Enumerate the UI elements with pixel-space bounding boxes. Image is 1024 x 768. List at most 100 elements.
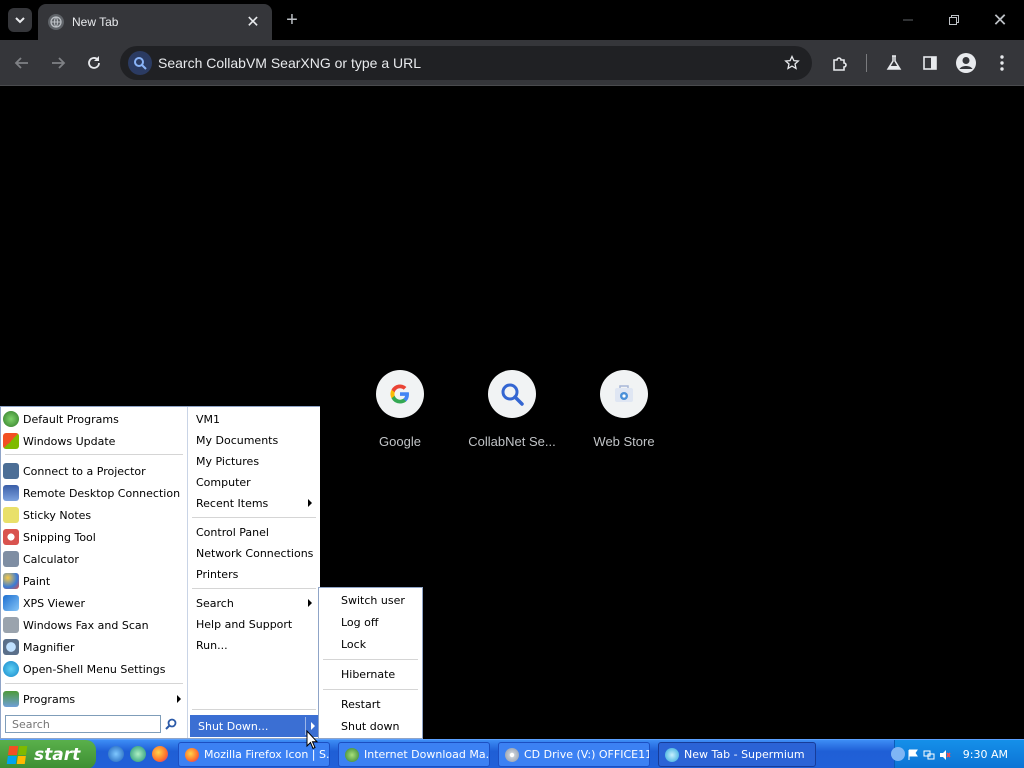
menu-item-help-support[interactable]: Help and Support: [196, 614, 316, 634]
shortcut-web-store[interactable]: Web Store: [568, 368, 680, 449]
sticky-notes-icon: [3, 507, 19, 523]
menu-item-vm1[interactable]: VM1: [196, 409, 316, 429]
volume-muted-icon[interactable]: [939, 748, 951, 760]
submenu-arrow-icon: [177, 695, 181, 703]
shortcut-google[interactable]: Google: [344, 368, 456, 449]
shortcut-label: Web Store: [593, 434, 655, 449]
menu-item-shut-down[interactable]: Shut down: [341, 716, 399, 736]
menu-separator: [192, 709, 316, 710]
system-tray: 9:30 AM: [891, 740, 1024, 768]
close-window-icon[interactable]: ✕: [990, 10, 1010, 30]
toolbar-separator: [866, 54, 867, 72]
menu-item-programs[interactable]: Programs: [3, 689, 181, 709]
submenu-arrow-icon: [311, 722, 315, 730]
taskbar-button-supermium[interactable]: New Tab - Supermium: [658, 742, 816, 767]
menu-item-snipping-tool[interactable]: Snipping Tool: [3, 527, 96, 547]
menu-item-search[interactable]: Search: [196, 593, 316, 613]
omnibox-input[interactable]: [158, 55, 782, 71]
forward-arrow-icon[interactable]: [46, 51, 70, 75]
taskbar-button-idm[interactable]: Internet Download Ma...: [338, 742, 490, 767]
minimize-icon[interactable]: [898, 10, 918, 30]
tab-new-tab[interactable]: New Tab ✕: [38, 4, 272, 40]
menu-item-restart[interactable]: Restart: [341, 694, 381, 714]
menu-item-connect-projector[interactable]: Connect to a Projector: [3, 461, 146, 481]
address-bar[interactable]: [120, 46, 812, 80]
menu-item-xps-viewer[interactable]: XPS Viewer: [3, 593, 85, 613]
menu-item-fax-scan[interactable]: Windows Fax and Scan: [3, 615, 149, 635]
xps-viewer-icon: [3, 595, 19, 611]
menu-separator: [192, 588, 316, 589]
internet-explorer-icon[interactable]: [108, 746, 124, 762]
tab-search-button[interactable]: [8, 8, 32, 32]
default-programs-icon: [3, 411, 19, 427]
cd-drive-icon: [505, 747, 519, 762]
reload-icon[interactable]: [82, 51, 106, 75]
back-arrow-icon[interactable]: [10, 51, 34, 75]
shortcut-label: CollabNet Se...: [468, 434, 556, 449]
shutdown-button[interactable]: Shut Down...: [190, 715, 318, 737]
supermium-icon: [665, 747, 679, 762]
tab-strip: New Tab ✕ + ✕: [0, 0, 1024, 40]
menu-item-log-off[interactable]: Log off: [341, 612, 378, 632]
firefox-icon[interactable]: [152, 746, 168, 762]
search-icon: [488, 370, 536, 418]
menu-item-printers[interactable]: Printers: [196, 564, 316, 584]
menu-separator: [5, 454, 183, 455]
menu-item-hibernate[interactable]: Hibernate: [341, 664, 395, 684]
start-menu: Default Programs Windows Update Connect …: [0, 406, 320, 739]
menu-item-switch-user[interactable]: Switch user: [341, 590, 405, 610]
menu-item-computer[interactable]: Computer: [196, 472, 316, 492]
menu-item-recent-items[interactable]: Recent Items: [196, 493, 316, 513]
tab-title: New Tab: [72, 15, 119, 29]
submenu-arrow-icon: [308, 599, 312, 607]
projector-icon: [3, 463, 19, 479]
profile-avatar-icon[interactable]: [954, 51, 978, 75]
quick-launch-app-icon[interactable]: [130, 746, 146, 762]
shutdown-submenu: Switch user Log off Lock Hibernate Resta…: [318, 587, 423, 739]
restore-icon[interactable]: [944, 10, 964, 30]
calculator-icon: [3, 551, 19, 567]
labs-flask-icon[interactable]: [882, 51, 906, 75]
magnifier-icon: [3, 639, 19, 655]
programs-icon: [3, 691, 19, 707]
show-hidden-icons-icon[interactable]: [891, 747, 905, 761]
network-icon[interactable]: [923, 748, 935, 760]
menu-item-remote-desktop[interactable]: Remote Desktop Connection: [3, 483, 180, 503]
menu-item-calculator[interactable]: Calculator: [3, 549, 79, 569]
menu-item-sticky-notes[interactable]: Sticky Notes: [3, 505, 91, 525]
clock[interactable]: 9:30 AM: [963, 748, 1008, 761]
menu-item-windows-update[interactable]: Windows Update: [3, 431, 115, 451]
search-icon[interactable]: [163, 715, 179, 733]
menu-item-open-shell-settings[interactable]: Open-Shell Menu Settings: [3, 659, 166, 679]
windows-flag-icon: [6, 745, 28, 764]
menu-item-network-connections[interactable]: Network Connections: [196, 543, 316, 563]
menu-item-my-pictures[interactable]: My Pictures: [196, 451, 316, 471]
web-store-icon: [600, 370, 648, 418]
side-panel-icon[interactable]: [918, 51, 942, 75]
extensions-puzzle-icon[interactable]: [828, 51, 852, 75]
action-center-flag-icon[interactable]: [907, 748, 919, 760]
menu-item-my-documents[interactable]: My Documents: [196, 430, 316, 450]
google-icon: [376, 370, 424, 418]
menu-separator: [5, 683, 183, 684]
menu-item-paint[interactable]: Paint: [3, 571, 50, 591]
menu-item-lock[interactable]: Lock: [341, 634, 366, 654]
close-tab-icon[interactable]: ✕: [244, 13, 262, 31]
start-search-input[interactable]: [5, 715, 161, 733]
menu-item-magnifier[interactable]: Magnifier: [3, 637, 74, 657]
menu-item-default-programs[interactable]: Default Programs: [3, 409, 119, 429]
shortcut-collabnet-search[interactable]: CollabNet Se...: [456, 368, 568, 449]
bookmark-star-icon[interactable]: [782, 53, 802, 73]
remote-desktop-icon: [3, 485, 19, 501]
start-menu-right-pane: VM1 My Documents My Pictures Computer Re…: [187, 407, 320, 738]
menu-item-control-panel[interactable]: Control Panel: [196, 522, 316, 542]
chevron-down-icon: [15, 17, 25, 24]
menu-item-run[interactable]: Run...: [196, 635, 316, 655]
open-shell-icon: [3, 661, 19, 677]
fax-scan-icon: [3, 617, 19, 633]
start-button[interactable]: start: [0, 740, 96, 768]
new-tab-button[interactable]: +: [282, 9, 302, 31]
taskbar-button-cd-drive[interactable]: CD Drive (V:) OFFICE11: [498, 742, 650, 767]
menu-separator: [323, 689, 418, 690]
kebab-menu-icon[interactable]: [990, 51, 1014, 75]
